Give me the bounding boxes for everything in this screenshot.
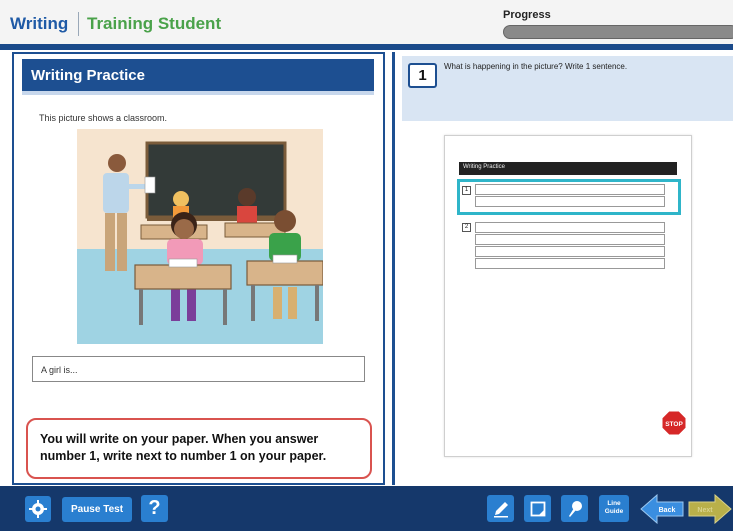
pencil-tool-button[interactable] — [487, 495, 514, 522]
back-label: Back — [659, 507, 676, 514]
answer-sheet-preview: Writing Practice 1 2 STOP — [444, 135, 692, 457]
back-button[interactable]: Back — [640, 494, 684, 524]
passage-panel: Writing Practice This picture shows a cl… — [12, 52, 385, 485]
answer-text: A girl is... — [41, 365, 78, 375]
marker-icon — [568, 500, 582, 517]
pause-test-button[interactable]: Pause Test — [62, 497, 132, 522]
sheet-header-text: Writing Practice — [463, 164, 505, 170]
progress-label: Progress — [503, 9, 551, 21]
panel-title: Writing Practice — [31, 67, 145, 84]
header-bar: Writing Training Student Progress — [0, 0, 733, 44]
classroom-illustration — [77, 129, 323, 344]
sheet-line — [475, 184, 665, 195]
line-guide-label-1: Line — [607, 500, 621, 507]
notepad-icon — [530, 501, 545, 516]
sheet-header: Writing Practice — [459, 162, 677, 175]
title-bar-shadow — [22, 91, 374, 95]
stop-sign-icon: STOP — [661, 410, 687, 436]
pencil-icon — [493, 501, 508, 517]
student-name: Training Student — [87, 14, 222, 33]
line-guide-button[interactable]: Line Guide — [599, 495, 629, 522]
header-rule — [0, 44, 733, 50]
next-label: Next — [697, 507, 713, 514]
sheet-question-1-number: 1 — [462, 186, 471, 195]
panel-divider — [392, 52, 395, 485]
question-text: What is happening in the picture? Write … — [444, 62, 628, 71]
next-button[interactable]: Next — [688, 494, 732, 524]
instruction-text: You will write on your paper. When you a… — [40, 432, 327, 463]
sheet-line — [475, 258, 665, 269]
help-button[interactable]: ? — [141, 495, 168, 522]
sheet-question-2-number: 2 — [462, 223, 471, 232]
settings-button[interactable] — [25, 496, 51, 522]
sheet-line — [475, 234, 665, 245]
test-app: Writing Training Student Progress Writin… — [0, 0, 733, 531]
sheet-line — [475, 246, 665, 257]
stop-sign-label: STOP — [665, 421, 683, 428]
picture-prompt: This picture shows a classroom. — [39, 113, 168, 123]
gear-icon — [29, 500, 47, 518]
notepad-tool-button[interactable] — [524, 495, 551, 522]
progress-bar — [503, 25, 733, 39]
bottom-toolbar: Pause Test ? Line Guide Back Next — [0, 486, 733, 531]
answer-field[interactable]: A girl is... — [32, 356, 365, 382]
highlighter-tool-button[interactable] — [561, 495, 588, 522]
instruction-note: You will write on your paper. When you a… — [26, 418, 372, 479]
header-separator — [78, 12, 79, 36]
sheet-line — [475, 196, 665, 207]
sheet-line — [475, 222, 665, 233]
panel-title-bar: Writing Practice — [22, 59, 374, 91]
subject-title: Writing — [10, 14, 69, 33]
question-number: 1 — [408, 63, 437, 88]
line-guide-label-2: Guide — [604, 508, 624, 515]
